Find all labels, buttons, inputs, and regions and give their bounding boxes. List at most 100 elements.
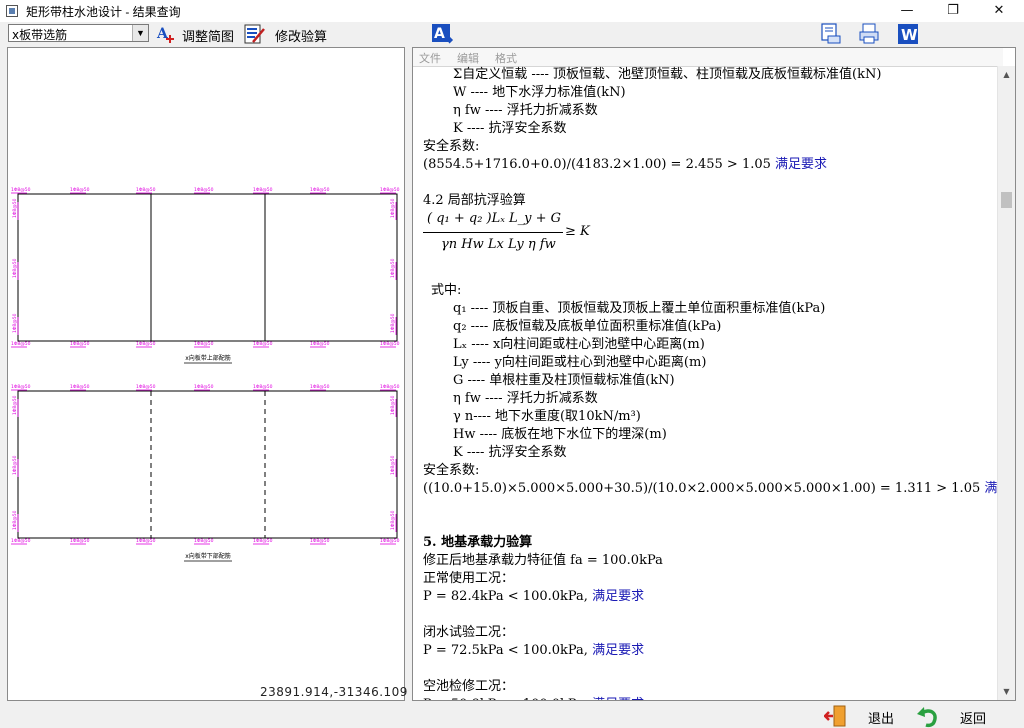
- rebar-type-value: x板带选筋: [12, 28, 68, 42]
- drawing-panel[interactable]: x向板带上部配筋 x向板带下部配筋 1Φ8@50 1Φ8@50 1Φ8@50 1Φ8@…: [7, 47, 405, 701]
- vertical-scrollbar[interactable]: ▲ ▼: [997, 66, 1015, 700]
- doc-line: Σ自定义恒载 ---- 顶板恒载、池壁顶恒载、柱顶恒载及底板恒载标准值(kN): [453, 67, 882, 82]
- doc-line: 式中:: [431, 283, 462, 298]
- adjust-diagram-button[interactable]: A 调整简图: [156, 23, 238, 45]
- doc-line: η fw ---- 浮托力折减系数: [453, 103, 598, 118]
- back-button[interactable]: 返回: [916, 704, 996, 728]
- modify-check-button[interactable]: 修改验算: [243, 23, 333, 45]
- menu-format[interactable]: 格式: [495, 50, 517, 66]
- result-text-panel[interactable]: 文件 编辑 格式 Σ自定义恒载 ---- 顶板恒载、池壁顶恒载、柱顶恒载及底板恒…: [412, 47, 1016, 701]
- rebar-label: 1Φ8@50: [194, 384, 214, 390]
- bottom-plan-outline: [17, 390, 398, 539]
- editor-menubar: 文件 编辑 格式: [413, 48, 1003, 67]
- exit-button[interactable]: 退出: [824, 704, 904, 727]
- modify-check-label: 修改验算: [275, 30, 328, 45]
- font-icon[interactable]: A: [430, 22, 454, 46]
- rebar-label: 1Φ8@50: [390, 198, 396, 218]
- rebar-label: 1Φ8@50: [136, 187, 156, 193]
- bottom-plan-caption: x向板带下部配筋: [185, 552, 231, 560]
- doc-line: q₁ ---- 顶板自重、顶板恒载及顶板上覆土单位面积重标准值(kPa): [453, 301, 826, 316]
- rebar-type-select[interactable]: x板带选筋 ▼: [8, 24, 149, 42]
- rebar-label: 1Φ8@50: [12, 455, 18, 475]
- doc-line: Lₓ ---- x向柱间距或柱心到池壁中心距离(m): [453, 337, 705, 352]
- rebar-label: 1Φ8@50: [380, 384, 400, 390]
- formula-rhs: ≥ K: [565, 224, 590, 239]
- checklist-edit-icon: [244, 24, 265, 44]
- menu-file[interactable]: 文件: [419, 50, 441, 66]
- doc-line: P = 72.5kPa < 100.0kPa, 满足要求: [423, 643, 645, 658]
- rebar-label: 1Φ8@50: [380, 341, 400, 347]
- calculation-document[interactable]: Σ自定义恒载 ---- 顶板恒载、池壁顶恒载、柱顶恒载及底板恒载标准值(kN) W…: [423, 66, 1003, 700]
- pass-status: 满足要求: [587, 643, 645, 658]
- exit-door-icon: [824, 705, 846, 727]
- rebar-label: 1Φ8@50: [390, 510, 396, 530]
- exit-label: 退出: [868, 712, 895, 727]
- minimize-button[interactable]: —: [884, 0, 930, 22]
- doc-line: P = 50.9kPa < 100.0kPa, 满足要求: [423, 696, 644, 700]
- rebar-label: 1Φ8@50: [310, 187, 330, 193]
- formula-fraction-bar: [423, 232, 563, 233]
- doc-line: W ---- 地下水浮力标准值(kN): [453, 85, 626, 100]
- pass-status: 满足要求: [770, 157, 828, 172]
- app-icon: [6, 5, 18, 17]
- rebar-plan-drawing: x向板带上部配筋 x向板带下部配筋 1Φ8@50 1Φ8@50 1Φ8@50 1Φ8@…: [11, 187, 400, 562]
- rebar-label: 1Φ8@50: [310, 538, 330, 544]
- doc-line: 安全系数:: [423, 463, 480, 478]
- doc-line: P = 82.4kPa < 100.0kPa, 满足要求: [423, 589, 645, 604]
- rebar-label: 1Φ8@50: [253, 341, 273, 347]
- rebar-label: 1Φ8@50: [12, 313, 18, 333]
- menu-edit[interactable]: 编辑: [457, 50, 479, 66]
- formula-denominator: γn Hw Lx Ly η fw: [441, 237, 556, 252]
- adjust-diagram-label: 调整简图: [182, 30, 235, 45]
- rebar-label: 1Φ8@50: [70, 538, 90, 544]
- title-bar: 矩形带柱水池设计 - 结果查询 — ❐ ✕: [0, 0, 1024, 22]
- rebar-label: 1Φ8@50: [70, 384, 90, 390]
- doc-line: η fw ---- 浮托力折减系数: [453, 391, 598, 406]
- doc-line: K ---- 抗浮安全系数: [453, 121, 567, 136]
- scroll-down-icon[interactable]: ▼: [998, 683, 1015, 700]
- pass-status: 满足要求: [588, 697, 644, 700]
- back-label: 返回: [960, 712, 987, 727]
- scroll-thumb[interactable]: [1001, 192, 1012, 208]
- rebar-label: 1Φ8@50: [11, 384, 31, 390]
- doc-line: Ly ---- y向柱间距或柱心到池壁中心距离(m): [453, 355, 707, 370]
- chevron-down-icon[interactable]: ▼: [132, 25, 148, 41]
- doc-line: 5. 地基承载力验算: [423, 535, 533, 550]
- rebar-label: 1Φ8@50: [70, 341, 90, 347]
- svg-text:W: W: [901, 26, 918, 44]
- close-button[interactable]: ✕: [976, 0, 1022, 22]
- maximize-button[interactable]: ❐: [930, 0, 976, 22]
- rebar-label: 1Φ8@50: [390, 455, 396, 475]
- doc-line: 正常使用工况：: [423, 571, 515, 586]
- top-plan-outline: [17, 193, 398, 342]
- cursor-coordinates: 23891.914,-31346.109: [260, 685, 408, 699]
- doc-line: 闭水试验工况：: [423, 625, 515, 640]
- rebar-label: 1Φ8@50: [390, 258, 396, 278]
- window-title: 矩形带柱水池设计 - 结果查询: [26, 5, 181, 19]
- doc-line: 修正后地基承载力特征值 fa = 100.0kPa: [423, 553, 663, 568]
- scroll-up-icon[interactable]: ▲: [998, 66, 1015, 83]
- doc-line: γ n---- 地下水重度(取10kN/m³): [453, 409, 641, 424]
- rebar-label: 1Φ8@50: [12, 395, 18, 415]
- rebar-label: 1Φ8@50: [136, 341, 156, 347]
- word-export-icon[interactable]: W: [896, 22, 920, 46]
- rebar-label: 1Φ8@50: [11, 341, 31, 347]
- svg-text:A: A: [434, 26, 445, 42]
- rebar-label: 1Φ8@50: [12, 258, 18, 278]
- rebar-label: 1Φ8@50: [390, 313, 396, 333]
- rebar-label: 1Φ8@50: [310, 341, 330, 347]
- toolbar: x板带选筋 ▼ A 调整简图 修改验算 A W: [0, 22, 1024, 46]
- print-preview-icon[interactable]: [818, 22, 842, 46]
- rebar-label: 1Φ8@50: [253, 384, 273, 390]
- printer-icon[interactable]: [857, 22, 881, 46]
- top-plan-caption: x向板带上部配筋: [185, 354, 231, 362]
- doc-line: Hw ---- 底板在地下水位下的埋深(m): [453, 427, 667, 442]
- pass-status: 满足要求: [587, 589, 645, 604]
- rebar-label: 1Φ8@50: [194, 538, 214, 544]
- rebar-label: 1Φ8@50: [194, 341, 214, 347]
- doc-line: q₂ ---- 底板恒载及底板单位面积重标准值(kPa): [453, 319, 722, 334]
- rebar-label: 1Φ8@50: [11, 187, 31, 193]
- rebar-label: 1Φ8@50: [136, 384, 156, 390]
- rebar-label: 1Φ8@50: [310, 384, 330, 390]
- rebar-label: 1Φ8@50: [380, 538, 400, 544]
